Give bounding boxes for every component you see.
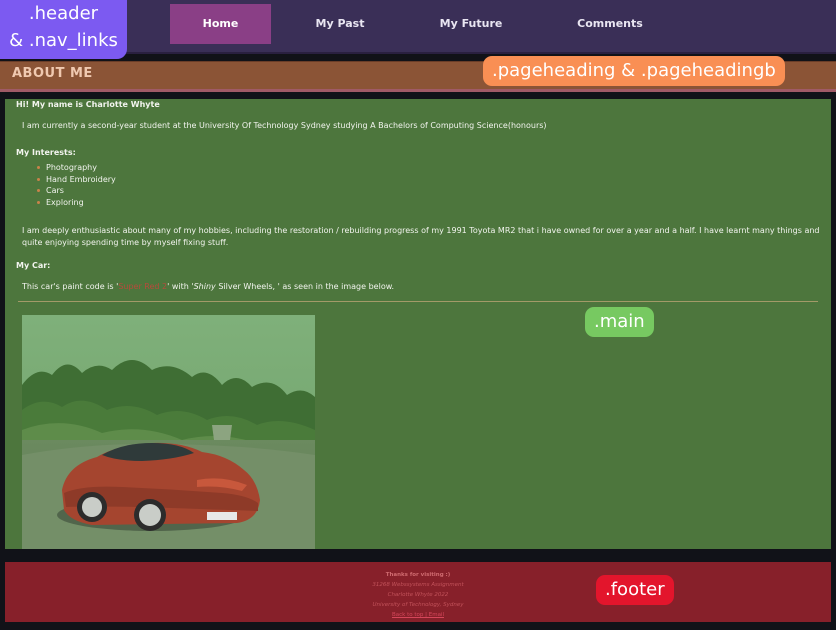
- nav-home[interactable]: Home: [170, 4, 271, 44]
- main-annotation: .main: [585, 307, 654, 337]
- paint-code: Super Red 2: [118, 282, 168, 291]
- nav-comments[interactable]: Comments: [560, 4, 660, 44]
- intro-text: I am currently a second-year student at …: [22, 121, 547, 130]
- car-photo: [22, 315, 315, 549]
- list-item: Cars: [31, 185, 116, 197]
- interests-list: Photography Hand Embroidery Cars Explori…: [31, 162, 116, 209]
- footer: Thanks for visiting :) 31268 Webssystems…: [5, 562, 831, 622]
- footer-university: University of Technology, Sydney: [372, 602, 464, 608]
- car-heading: My Car:: [16, 261, 51, 270]
- header-annotation: .header & .nav_links: [0, 0, 127, 59]
- interests-heading: My Interests:: [16, 148, 76, 157]
- nav-my-future[interactable]: My Future: [421, 4, 521, 44]
- main-content: Hi! My name is Charlotte Whyte I am curr…: [5, 99, 831, 549]
- hobbies-paragraph: I am deeply enthusiastic about many of m…: [22, 226, 820, 247]
- pageheading-annotation: .pageheading & .pageheadingb: [483, 56, 785, 86]
- footer-course: 31268 Webssystems Assignment: [372, 582, 464, 588]
- footer-annotation: .footer: [596, 575, 674, 605]
- list-item: Exploring: [31, 197, 116, 209]
- page-title: ABOUT ME: [12, 66, 93, 81]
- footer-author: Charlotte Whyte 2022: [387, 592, 449, 598]
- nav-my-past[interactable]: My Past: [290, 4, 390, 44]
- list-item: Hand Embroidery: [31, 174, 116, 186]
- footer-link[interactable]: Back to top | Email: [5, 610, 831, 620]
- list-item: Photography: [31, 162, 116, 174]
- page-heading-underline: [0, 89, 836, 92]
- divider: [18, 301, 818, 302]
- greeting: Hi! My name is Charlotte Whyte: [16, 100, 160, 109]
- footer-thanks: Thanks for visiting :): [385, 572, 451, 578]
- paint-code-text: This car's paint code is 'Super Red 2' w…: [22, 282, 395, 291]
